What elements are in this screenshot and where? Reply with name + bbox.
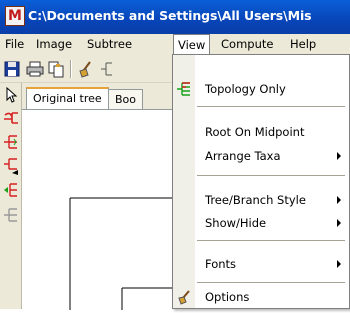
submenu-arrow-icon <box>337 219 341 227</box>
print-icon[interactable] <box>25 59 45 79</box>
toolbar-separator <box>70 60 72 78</box>
view-menu-dropdown: Topology Only Root On Midpoint Arrange T… <box>172 54 350 309</box>
menu-item-topology-only[interactable]: Topology Only <box>173 78 349 100</box>
subtree-icon[interactable] <box>2 206 20 224</box>
tab-original-tree[interactable]: Original tree <box>26 87 109 110</box>
collapse-icon[interactable] <box>2 157 20 175</box>
left-toolbar <box>0 83 22 309</box>
copy-icon[interactable] <box>46 59 66 79</box>
flip-icon[interactable] <box>2 181 20 199</box>
menu-compute[interactable]: Compute <box>221 37 273 51</box>
menu-separator <box>197 282 345 283</box>
tab-bootstrap[interactable]: Boo <box>108 89 144 109</box>
menu-item-options[interactable]: Options <box>173 286 349 308</box>
menu-separator <box>197 240 345 241</box>
menu-label: Tree/Branch Style <box>205 193 306 207</box>
menu-label: Root On Midpoint <box>205 125 305 139</box>
menu-view[interactable]: View <box>173 34 211 55</box>
menu-bar: File Image Subtree View Compute Help <box>0 34 350 55</box>
save-icon[interactable] <box>2 59 22 79</box>
submenu-arrow-icon <box>337 152 341 160</box>
tree-icon[interactable] <box>98 59 118 79</box>
menu-label: Show/Hide <box>205 216 267 230</box>
menu-image[interactable]: Image <box>36 37 72 51</box>
menu-label: Fonts <box>205 257 237 271</box>
window-title: C:\Documents and Settings\All Users\Mis <box>28 8 312 23</box>
menu-item-arrange-taxa[interactable]: Arrange Taxa <box>173 145 349 167</box>
menu-file[interactable]: File <box>5 37 24 51</box>
menu-subtree[interactable]: Subtree <box>87 37 132 51</box>
menu-label: Arrange Taxa <box>205 149 281 163</box>
broom-icon[interactable] <box>76 59 96 79</box>
menu-separator <box>197 175 345 176</box>
menu-help[interactable]: Help <box>290 37 316 51</box>
menu-item-fonts[interactable]: Fonts <box>173 253 349 275</box>
menu-item-tree-branch-style[interactable]: Tree/Branch Style <box>173 189 349 211</box>
swap-icon[interactable] <box>2 133 20 151</box>
submenu-arrow-icon <box>337 196 341 204</box>
menu-item-root-on-midpoint[interactable]: Root On Midpoint <box>173 121 349 143</box>
menu-item-show-hide[interactable]: Show/Hide <box>173 212 349 234</box>
pointer-icon[interactable] <box>2 86 20 104</box>
menu-label: Options <box>205 290 250 304</box>
title-bar: M C:\Documents and Settings\All Users\Mi… <box>0 0 350 34</box>
submenu-arrow-icon <box>337 260 341 268</box>
app-icon[interactable]: M <box>5 6 25 26</box>
menu-label: Topology Only <box>205 82 286 96</box>
reroot-icon[interactable] <box>2 109 20 127</box>
menu-separator <box>197 106 345 107</box>
topology-icon <box>176 81 192 97</box>
options-icon <box>176 289 192 305</box>
